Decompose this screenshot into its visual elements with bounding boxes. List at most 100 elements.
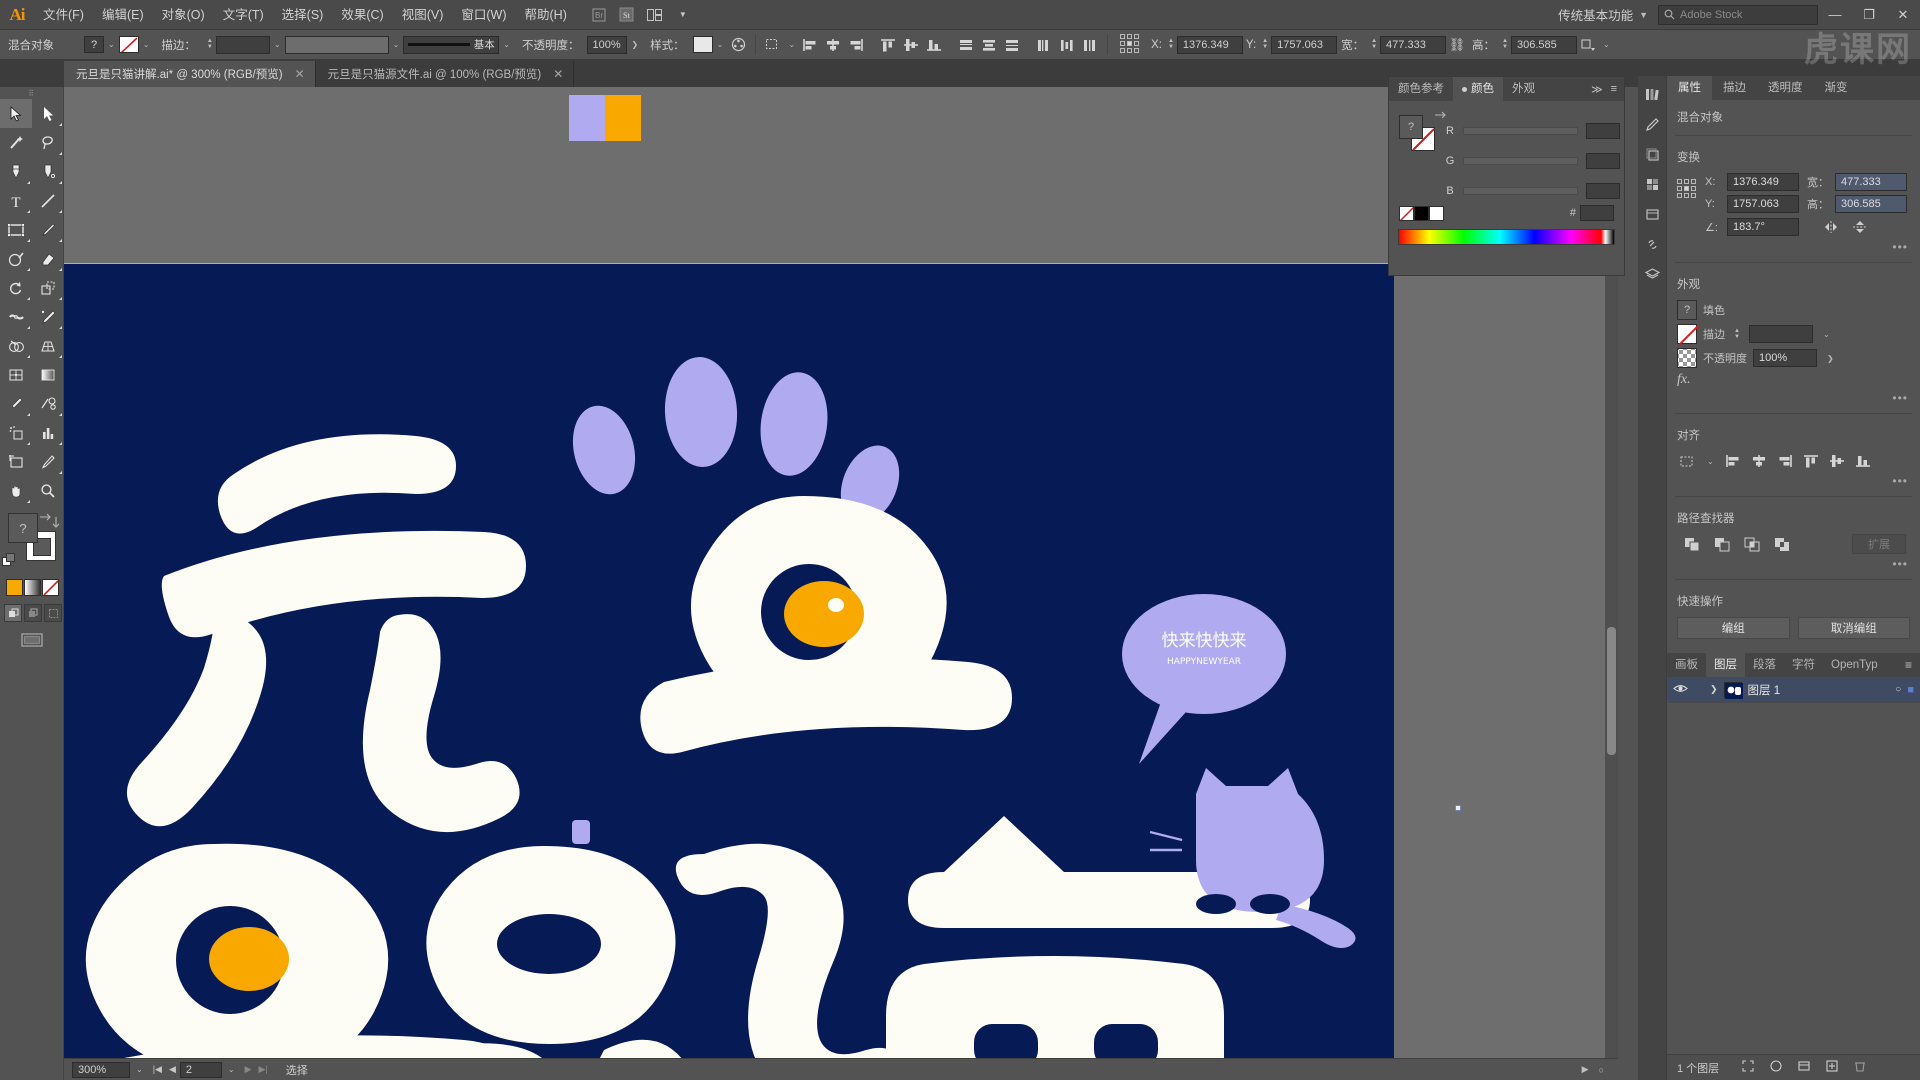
tab-appearance[interactable]: 外观 xyxy=(1503,77,1544,101)
appearance-more-options[interactable]: ••• xyxy=(1667,390,1920,409)
appearance-opacity-field[interactable]: 100% xyxy=(1753,349,1817,367)
distribute-bottom-icon[interactable] xyxy=(1001,34,1023,56)
next-artboard-icon[interactable]: ▶ xyxy=(245,1064,252,1075)
transform-caret-icon[interactable]: ⌄ xyxy=(1599,40,1614,49)
color-spectrum-bar[interactable] xyxy=(1398,229,1615,245)
document-tab-1-close-icon[interactable]: ✕ xyxy=(553,67,563,81)
artboard-caret-icon[interactable]: ⌄ xyxy=(222,1065,241,1074)
zoom-level-field[interactable]: 300% xyxy=(72,1061,130,1078)
none-mode-icon[interactable] xyxy=(42,579,59,596)
tab-opentype[interactable]: OpenTyp xyxy=(1823,653,1886,677)
align-to-caret-icon[interactable]: ⌄ xyxy=(784,40,799,49)
properties-align-bottom-icon[interactable] xyxy=(1852,451,1874,471)
tool-curvature[interactable] xyxy=(32,157,64,186)
menu-file[interactable]: 文件(F) xyxy=(34,0,93,30)
appearance-fill-swatch[interactable]: ? xyxy=(1677,300,1697,320)
layer-target-icon[interactable]: ○ xyxy=(1895,684,1901,695)
properties-align-left-icon[interactable] xyxy=(1722,451,1744,471)
tool-scale[interactable] xyxy=(32,273,64,302)
draw-behind-icon[interactable] xyxy=(24,604,42,622)
width-field[interactable]: 477.333 xyxy=(1380,35,1447,54)
transform-more-options[interactable]: ••• xyxy=(1667,239,1920,258)
distribute-middle-icon[interactable] xyxy=(978,34,1000,56)
bridge-icon[interactable]: Br xyxy=(586,4,612,26)
ungroup-button[interactable]: 取消编组 xyxy=(1797,617,1910,639)
swatch-orange[interactable] xyxy=(605,95,641,141)
x-stepper[interactable]: ▲ ▼ xyxy=(1165,38,1177,50)
color-panel-collapse-icon[interactable]: ≫ xyxy=(1591,83,1603,96)
status-record-icon[interactable]: ○ xyxy=(1599,1065,1604,1075)
fx-icon[interactable]: fx. xyxy=(1677,372,1691,388)
selection-handle-right[interactable] xyxy=(1455,805,1461,811)
properties-align-right-icon[interactable] xyxy=(1774,451,1796,471)
menu-select[interactable]: 选择(S) xyxy=(273,0,333,30)
brush-definition-field[interactable]: 基本 xyxy=(403,35,500,54)
menu-object[interactable]: 对象(O) xyxy=(153,0,214,30)
artboard[interactable]: 快来快快来 HAPPYNEWYEAR xyxy=(64,264,1394,1080)
tool-symbol-sprayer[interactable] xyxy=(0,418,32,447)
artboard-number-field[interactable]: 2 xyxy=(179,1061,222,1078)
layer-name[interactable]: 图层 1 xyxy=(1748,682,1890,698)
tool-rectangle[interactable] xyxy=(0,215,32,244)
tool-zoom[interactable] xyxy=(32,476,64,505)
channel-slider-r[interactable] xyxy=(1463,127,1578,135)
distribute-top-icon[interactable] xyxy=(955,34,977,56)
channel-value-g[interactable] xyxy=(1586,153,1620,169)
transform-reference-point[interactable] xyxy=(1677,179,1697,201)
layers-panel-menu-icon[interactable]: ≡ xyxy=(1905,658,1920,672)
graphic-style-swatch[interactable] xyxy=(692,36,713,53)
workspace-switcher[interactable]: 传统基本功能 xyxy=(1552,5,1639,24)
libraries-icon[interactable] xyxy=(1640,82,1664,106)
tab-color-guide[interactable]: 颜色参考 xyxy=(1389,77,1453,101)
transform-y-field[interactable]: 1757.063 xyxy=(1727,195,1799,213)
stroke-profile-caret-icon[interactable]: ⌄ xyxy=(389,40,404,49)
stock-search-input[interactable]: Adobe Stock xyxy=(1658,4,1818,25)
prev-artboard-icon[interactable]: ◀ xyxy=(169,1064,176,1075)
arrange-caret-icon[interactable]: ▼ xyxy=(670,4,696,26)
document-tab-0-close-icon[interactable]: ✕ xyxy=(295,67,305,81)
status-play-icon[interactable]: ▶ xyxy=(1582,1064,1589,1075)
fill-indicator-swatch[interactable]: ? xyxy=(8,513,38,543)
tab-transparency[interactable]: 透明度 xyxy=(1757,76,1814,100)
draw-inside-icon[interactable] xyxy=(44,604,62,622)
tool-shape-builder[interactable] xyxy=(0,331,32,360)
tool-paintbrush[interactable] xyxy=(32,215,64,244)
channel-value-r[interactable] xyxy=(1586,123,1620,139)
restore-button[interactable]: ❐ xyxy=(1852,0,1886,30)
tab-properties[interactable]: 属性 xyxy=(1667,76,1712,100)
channel-slider-b[interactable] xyxy=(1463,187,1578,195)
transform-panel-icon[interactable] xyxy=(1577,34,1599,56)
menu-type[interactable]: 文字(T) xyxy=(214,0,273,30)
appearance-opacity-icon[interactable] xyxy=(1677,348,1697,368)
flip-vertical-icon[interactable] xyxy=(1849,217,1871,237)
workspace-caret-icon[interactable]: ▼ xyxy=(1639,10,1658,20)
tab-gradient[interactable]: 渐变 xyxy=(1814,76,1859,100)
transform-angle-field[interactable]: 183.7° xyxy=(1727,218,1799,236)
properties-align-center-h-icon[interactable] xyxy=(1748,451,1770,471)
fill-color-swatch[interactable]: ? xyxy=(84,36,104,53)
stroke-color-swatch[interactable] xyxy=(118,36,139,53)
appearance-stroke-field[interactable] xyxy=(1748,325,1813,343)
properties-align-middle-v-icon[interactable] xyxy=(1826,451,1848,471)
color-panel[interactable]: 颜色参考 颜色 外观 ≫ ≡ ? R G B # xyxy=(1388,76,1625,276)
tool-free-transform[interactable] xyxy=(32,302,64,331)
align-right-icon[interactable] xyxy=(845,34,867,56)
arrange-documents-icon[interactable] xyxy=(642,4,668,26)
stroke-weight-stepper[interactable]: ▲ ▼ xyxy=(204,38,216,50)
tab-artboards[interactable]: 画板 xyxy=(1667,653,1706,677)
stock-icon[interactable]: St xyxy=(614,4,640,26)
layer-select-icon[interactable]: ■ xyxy=(1907,684,1914,696)
canvas-vscroll-thumb[interactable] xyxy=(1607,627,1616,755)
appearance-stroke-stepper[interactable]: ▲ ▼ xyxy=(1731,328,1743,340)
brushes-icon[interactable] xyxy=(1640,112,1664,136)
tool-blend[interactable] xyxy=(32,389,64,418)
symbols-icon[interactable] xyxy=(1640,142,1664,166)
swatch-purple[interactable] xyxy=(569,95,605,141)
tab-color[interactable]: 颜色 xyxy=(1453,77,1503,101)
layers-icon[interactable] xyxy=(1640,262,1664,286)
canvas-area[interactable]: 使用【矩形工具】绘制深蓝色矩形作为背景 xyxy=(64,87,1618,1080)
document-tab-1[interactable]: 元旦是只猫源文件.ai @ 100% (RGB/预览) ✕ xyxy=(315,61,575,87)
menu-help[interactable]: 帮助(H) xyxy=(516,0,576,30)
tool-eraser[interactable] xyxy=(32,244,64,273)
align-left-icon[interactable] xyxy=(799,34,821,56)
